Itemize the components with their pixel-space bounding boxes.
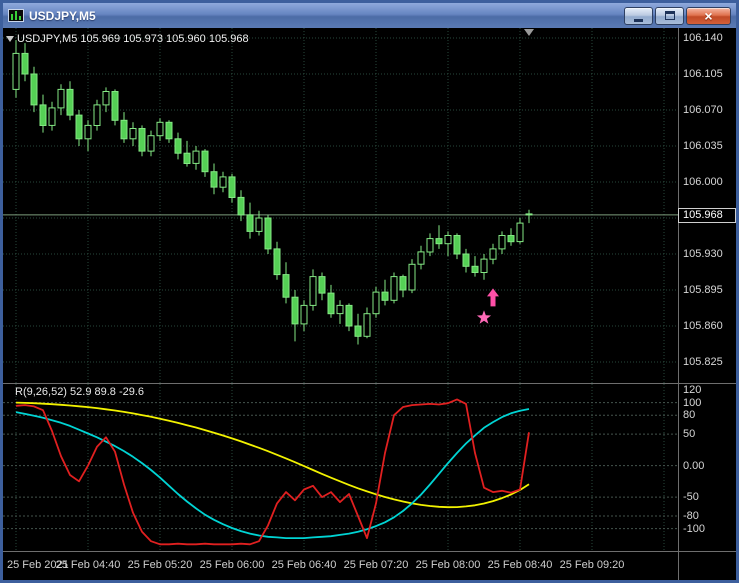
window-controls: × [624, 6, 731, 25]
price-axis-label: 105.860 [683, 320, 723, 332]
candles [12, 40, 533, 345]
price-axis-label: 106.035 [683, 140, 723, 152]
time-axis-label: 25 Feb 09:20 [559, 559, 625, 571]
price-axis-label: 106.105 [683, 68, 723, 80]
price-axis-label: 106.070 [683, 104, 723, 116]
star-marker[interactable] [476, 310, 492, 324]
indicator-axis-label: 50 [683, 428, 696, 440]
one-click-trading-toggle[interactable] [6, 36, 14, 42]
indicator-axis-label: 0.00 [683, 460, 705, 472]
time-axis-label: 25 Feb 06:00 [199, 559, 265, 571]
time-axis-label: 25 Feb 04:40 [55, 559, 121, 571]
indicator-line-mid-26 [15, 408, 530, 540]
minimize-icon [634, 18, 643, 22]
chart-window-icon [8, 9, 24, 22]
indicator-axis-label: 80 [683, 409, 696, 421]
close-icon: × [704, 7, 713, 24]
maximize-icon [664, 11, 675, 20]
chart-indicator-divider[interactable] [3, 383, 736, 384]
main-grid [3, 28, 678, 383]
indicator-axis-label: -100 [683, 523, 706, 535]
indicator-axis-label: -80 [683, 510, 699, 522]
indicator-header: R(9,26,52) 52.9 89.8 -29.6 [15, 386, 145, 398]
price-axis-label: 106.000 [683, 176, 723, 188]
minimize-button[interactable] [624, 6, 653, 25]
close-button[interactable]: × [686, 6, 731, 25]
price-axis-label: 105.895 [683, 284, 723, 296]
time-axis-label: 25 Feb 07:20 [343, 559, 409, 571]
current-price-tag: 105.968 [678, 208, 736, 223]
indicator-axis-label: 100 [683, 397, 702, 409]
time-axis-label: 25 Feb 08:00 [415, 559, 481, 571]
chart-ohlc-header: USDJPY,M5 105.969 105.973 105.960 105.96… [17, 33, 249, 45]
time-axis[interactable]: 25 Feb 2021 25 Feb 04:40 25 Feb 05:20 25 Fe… [3, 554, 736, 580]
price-axis[interactable]: 106.140 106.105 106.070 106.035 106.000 105.9… [679, 28, 736, 580]
indicator-panel[interactable] [3, 384, 678, 551]
chart-area[interactable]: USDJPY,M5 105.969 105.973 105.960 105.96… [3, 28, 736, 580]
window-title: USDJPY,M5 [29, 8, 96, 23]
time-axis-label: 25 Feb 05:20 [127, 559, 193, 571]
chart-shift-marker[interactable] [524, 29, 534, 36]
price-axis-label: 106.140 [683, 32, 723, 44]
price-axis-label: 105.825 [683, 356, 723, 368]
main-price-chart[interactable] [3, 28, 678, 383]
maximize-button[interactable] [655, 6, 684, 25]
buy-arrow-marker[interactable] [487, 288, 499, 307]
window-titlebar[interactable]: USDJPY,M5 × [3, 3, 736, 28]
price-axis-label: 105.930 [683, 248, 723, 260]
time-axis-label: 25 Feb 08:40 [487, 559, 553, 571]
indicator-axis-label: -50 [683, 491, 699, 503]
mt4-chart-window: USDJPY,M5 × USDJPY,M5 105.969 105.973 10… [0, 0, 739, 583]
indicator-timeaxis-divider [3, 551, 736, 552]
time-axis-label: 25 Feb 06:40 [271, 559, 337, 571]
indicator-axis-label: 120 [683, 384, 702, 396]
indicator-line-fast-9 [15, 398, 530, 546]
